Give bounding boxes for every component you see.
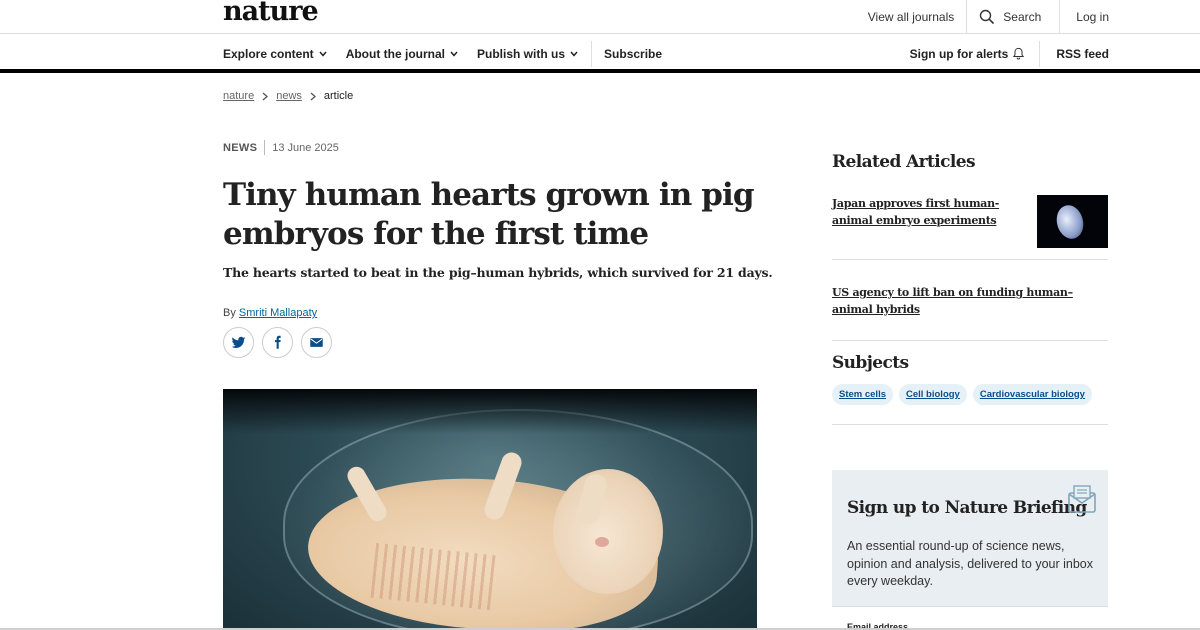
chevron-down-icon: [570, 51, 578, 57]
hero-embryo-head: [553, 469, 663, 594]
subject-tag[interactable]: Cell biology: [899, 384, 967, 405]
article-date: 13 June 2025: [272, 141, 339, 154]
chevron-right-icon: [310, 92, 316, 100]
hero-image: [223, 389, 757, 630]
about-journal-menu[interactable]: About the journal: [346, 47, 458, 61]
explore-content-label: Explore content: [223, 46, 314, 61]
nav-right: Sign up for alerts RSS feed: [910, 34, 1109, 73]
article-type: NEWS: [223, 141, 258, 154]
chevron-down-icon: [319, 51, 327, 57]
share-twitter-button[interactable]: [223, 327, 254, 358]
facebook-icon: [275, 335, 281, 349]
main-nav: Explore content About the journal Publis…: [0, 34, 1200, 73]
nav-left: Explore content About the journal Publis…: [223, 34, 681, 73]
briefing-signup-box: Sign up to Nature Briefing An essential …: [832, 470, 1108, 630]
share-buttons: [223, 327, 332, 358]
subject-tags: Stem cells Cell biology Cardiovascular b…: [832, 384, 1092, 405]
divider: [832, 259, 1108, 260]
nav-divider: [591, 40, 593, 67]
chevron-down-icon: [450, 51, 458, 57]
breadcrumb-nature[interactable]: nature: [223, 90, 254, 102]
article-standfirst: The hearts started to beat in the pig–hu…: [223, 265, 773, 280]
subscribe-link[interactable]: Subscribe: [604, 47, 662, 61]
bell-icon: [1013, 47, 1025, 60]
embryo-thumbnail-image: [1053, 202, 1087, 242]
chevron-right-icon: [262, 92, 269, 100]
view-all-journals-link[interactable]: View all journals: [854, 0, 967, 34]
email-field[interactable]: Email address: [832, 606, 1108, 630]
publish-with-us-menu[interactable]: Publish with us: [477, 47, 578, 61]
related-article-link[interactable]: Japan approves first human-animal embryo…: [832, 195, 1027, 229]
sign-up-alerts-link[interactable]: Sign up for alerts: [909, 40, 1041, 67]
breadcrumb-article: article: [323, 90, 354, 102]
related-articles-heading: Related Articles: [832, 152, 976, 172]
subject-tag[interactable]: Cardiovascular biology: [972, 384, 1092, 405]
related-article-thumbnail[interactable]: [1037, 195, 1108, 248]
explore-content-menu[interactable]: Explore content: [223, 47, 327, 61]
byline-prefix: By: [223, 307, 236, 319]
hero-shadow: [223, 389, 757, 434]
related-article-item: US agency to lift ban on funding human–a…: [832, 284, 1108, 318]
article-meta: NEWS 13 June 2025: [223, 140, 339, 155]
breadcrumb: nature news article: [223, 90, 353, 102]
breadcrumb-news[interactable]: news: [276, 90, 302, 102]
publish-label: Publish with us: [477, 46, 566, 61]
top-header: nature View all journals Search Log in: [0, 0, 1200, 34]
share-email-button[interactable]: [301, 327, 332, 358]
hero-embryo-eye: [595, 537, 609, 547]
byline: By Smriti Mallapaty: [223, 307, 317, 319]
meta-divider: [264, 140, 266, 155]
search-icon: [980, 9, 995, 25]
top-right-links: View all journals Search Log in: [854, 0, 1200, 34]
search-label: Search: [1003, 10, 1042, 24]
search-button[interactable]: Search: [966, 0, 1059, 34]
briefing-description: An essential round-up of science news, o…: [847, 539, 1093, 588]
newsletter-icon: [1068, 485, 1096, 513]
subject-tag[interactable]: Stem cells: [832, 384, 893, 405]
author-link[interactable]: Smriti Mallapaty: [239, 307, 317, 319]
related-article-link[interactable]: US agency to lift ban on funding human–a…: [832, 284, 1108, 318]
article-title: Tiny human hearts grown in pig embryos f…: [223, 177, 755, 252]
rss-feed-link[interactable]: RSS feed: [1040, 47, 1109, 61]
divider: [832, 424, 1108, 425]
divider: [832, 340, 1108, 341]
twitter-icon: [231, 336, 246, 348]
login-link[interactable]: Log in: [1059, 0, 1200, 34]
about-journal-label: About the journal: [345, 46, 446, 61]
email-icon: [310, 338, 323, 347]
nature-logo[interactable]: nature: [223, 0, 319, 27]
alerts-label: Sign up for alerts: [909, 46, 1009, 61]
briefing-heading: Sign up to Nature Briefing: [847, 498, 1087, 518]
share-facebook-button[interactable]: [262, 327, 293, 358]
subjects-heading: Subjects: [832, 353, 909, 373]
